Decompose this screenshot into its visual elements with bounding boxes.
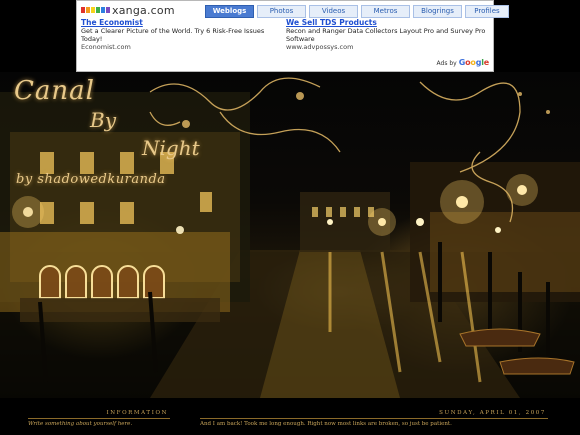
ad-url[interactable]: Economist.com — [81, 43, 131, 51]
post-date: SUNDAY, APRIL 01, 2007 — [439, 410, 546, 416]
ad-title-link[interactable]: The Economist — [81, 18, 281, 27]
sidebar-divider — [28, 418, 170, 419]
header-credit: by shadowedkuranda — [16, 172, 166, 187]
tab-profiles[interactable]: Profiles — [465, 5, 509, 18]
ads-by-google[interactable]: Ads by Google — [436, 58, 490, 67]
ad-url[interactable]: www.advpossys.com — [286, 43, 353, 51]
canal-scene-illustration — [0, 77, 580, 398]
post-divider — [200, 418, 548, 419]
page: xanga.com Weblogs Photos Videos Metros B… — [0, 0, 580, 435]
header-title-night: Night — [142, 136, 200, 160]
header-title-by: By — [90, 108, 116, 132]
tab-blogrings[interactable]: Blogrings — [413, 5, 462, 18]
google-logo: Google — [458, 58, 489, 67]
ad-description: Get a Clearer Picture of the World. Try … — [81, 27, 265, 43]
tab-videos[interactable]: Videos — [309, 5, 358, 18]
sidebar-about-text: Write something about yourself here. — [28, 421, 133, 427]
ad-title-link[interactable]: We Sell TDS Products — [286, 18, 486, 27]
tab-photos[interactable]: Photos — [257, 5, 306, 18]
ad-tds: We Sell TDS Products Recon and Ranger Da… — [286, 18, 486, 51]
xanga-tabs: Weblogs Photos Videos Metros Blogrings P… — [205, 5, 509, 18]
canal-night-header-image: Canal By Night by shadowedkuranda — [0, 72, 580, 398]
post-body-text: And I am back! Took me long enough. Righ… — [200, 421, 452, 427]
xanga-ad-bar: xanga.com Weblogs Photos Videos Metros B… — [76, 0, 509, 72]
ad-description: Recon and Ranger Data Collectors Layout … — [286, 27, 486, 43]
ads-by-label: Ads by — [436, 60, 457, 67]
xanga-logo[interactable]: xanga.com — [81, 3, 175, 17]
tab-weblogs[interactable]: Weblogs — [205, 5, 254, 18]
header-title-canal: Canal — [14, 76, 95, 106]
blog-footer: INFORMATION Write something about yourse… — [0, 398, 580, 435]
ad-economist: The Economist Get a Clearer Picture of t… — [81, 18, 281, 51]
xanga-logo-icon — [81, 7, 110, 13]
xanga-brand-text: xanga.com — [112, 3, 175, 17]
sidebar-heading-information: INFORMATION — [106, 410, 168, 416]
tab-metros[interactable]: Metros — [361, 5, 410, 18]
